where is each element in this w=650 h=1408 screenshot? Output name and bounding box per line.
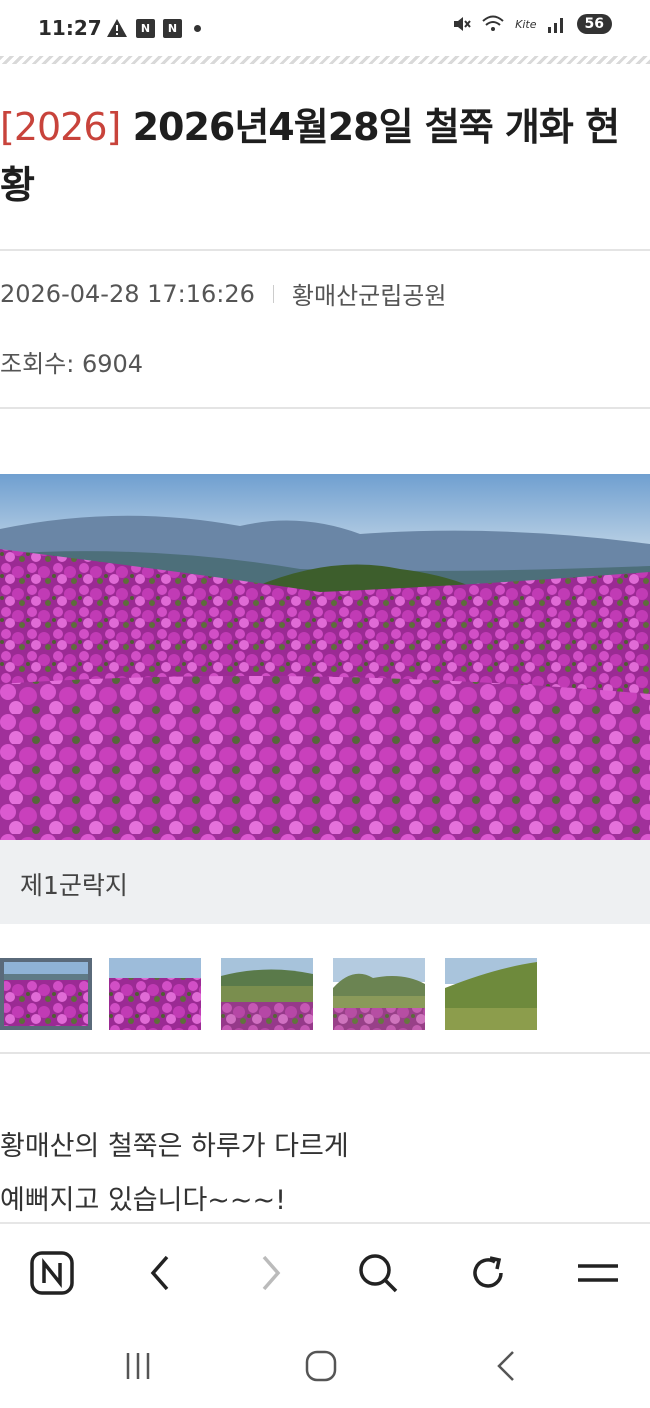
forward-icon bbox=[262, 1255, 281, 1291]
signal-icon bbox=[547, 18, 563, 33]
meta-separator bbox=[272, 284, 274, 303]
network-label: Kite bbox=[515, 17, 537, 31]
home-icon bbox=[305, 1350, 337, 1382]
battery-indicator: 56 bbox=[576, 14, 612, 34]
wifi-icon bbox=[482, 15, 504, 31]
refresh-icon bbox=[473, 1256, 503, 1288]
home-button[interactable] bbox=[296, 1346, 346, 1386]
search-button[interactable] bbox=[353, 1248, 403, 1298]
divider bbox=[0, 1052, 650, 1054]
recent-apps-button[interactable] bbox=[113, 1346, 163, 1386]
views-label: 조회수: bbox=[0, 350, 75, 378]
thumbnail-2[interactable] bbox=[109, 958, 201, 1030]
main-photo-azalea-field[interactable] bbox=[0, 474, 650, 840]
mute-icon bbox=[454, 17, 471, 31]
warning-icon bbox=[107, 19, 127, 37]
photo-caption-bar: 제1군락지 bbox=[0, 840, 650, 924]
views-value: 6904 bbox=[81, 350, 144, 378]
notification-n-icon: N bbox=[136, 18, 155, 38]
thumbnail-strip bbox=[0, 958, 650, 1030]
menu-icon bbox=[578, 1264, 618, 1282]
back-icon bbox=[150, 1255, 169, 1291]
status-bar: 11:27 N N Kite 56 bbox=[0, 0, 650, 56]
dot-icon bbox=[194, 24, 201, 32]
view-count: 조회수: 6904 bbox=[0, 344, 143, 379]
system-navigation-bar bbox=[0, 1322, 650, 1408]
system-back-button[interactable] bbox=[481, 1346, 531, 1386]
article-date: 2026-04-28 17:16:26 bbox=[0, 279, 255, 308]
article-tag: [2026] bbox=[0, 105, 121, 149]
naver-home-icon bbox=[30, 1251, 74, 1295]
back-button[interactable] bbox=[135, 1248, 185, 1298]
back-icon bbox=[497, 1351, 514, 1381]
refresh-button[interactable] bbox=[463, 1248, 513, 1298]
article-meta: 2026-04-28 17:16:26 황매산군립공원 bbox=[0, 276, 446, 311]
status-left-icons: N N bbox=[106, 18, 201, 38]
article-author: 황매산군립공원 bbox=[291, 282, 447, 310]
status-time: 11:27 bbox=[38, 16, 102, 40]
body-line: 예뻐지고 있습니다~~~! bbox=[0, 1185, 286, 1216]
divider bbox=[0, 249, 650, 251]
search-icon bbox=[359, 1254, 398, 1293]
browser-toolbar bbox=[0, 1222, 650, 1322]
thumbnail-5[interactable] bbox=[445, 958, 537, 1030]
status-right-icons: Kite 56 bbox=[451, 14, 612, 34]
menu-button[interactable] bbox=[573, 1248, 623, 1298]
divider bbox=[0, 407, 650, 409]
article-title: [2026] 2026년4월28일 철쭉 개화 현황 bbox=[0, 98, 650, 214]
thumbnail-1[interactable] bbox=[0, 958, 92, 1030]
article-body: 황매산의 철쭉은 하루가 다르게 예뻐지고 있습니다~~~! bbox=[0, 1120, 349, 1228]
thumbnail-3[interactable] bbox=[221, 958, 313, 1030]
body-line: 황매산의 철쭉은 하루가 다르게 bbox=[0, 1131, 349, 1162]
recent-apps-icon bbox=[126, 1353, 150, 1379]
thumbnail-4[interactable] bbox=[333, 958, 425, 1030]
url-bar-collapsed[interactable] bbox=[0, 56, 650, 64]
naver-home-button[interactable] bbox=[27, 1248, 77, 1298]
photo-caption: 제1군락지 bbox=[20, 871, 128, 900]
forward-button[interactable] bbox=[246, 1248, 296, 1298]
notification-n-icon: N bbox=[163, 18, 182, 38]
